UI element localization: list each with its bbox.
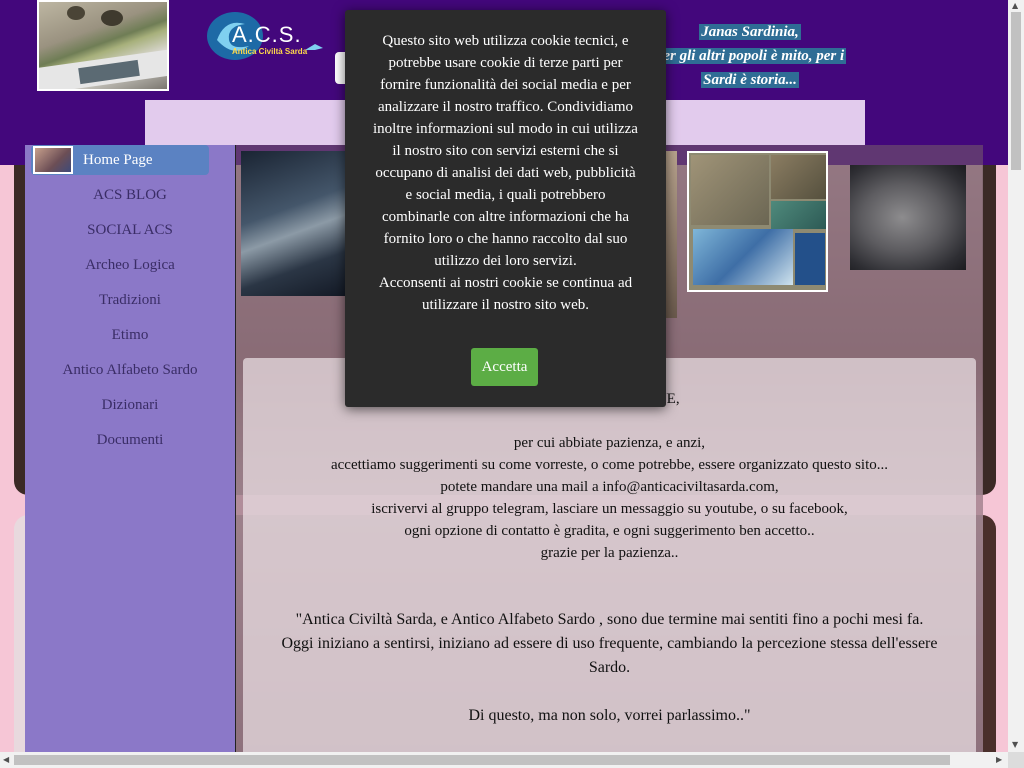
logo-text: A.C.S. bbox=[232, 22, 302, 47]
cookie-text-line: combinarle con altre informazioni che ha bbox=[382, 209, 629, 225]
header-photo bbox=[37, 0, 169, 91]
sidebar-item-etimo[interactable]: Etimo bbox=[25, 320, 235, 350]
content-line: accettiamo suggerimenti su come vorreste… bbox=[330, 457, 889, 473]
content-line: ogni opzione di contatto è gradita, e og… bbox=[404, 523, 815, 539]
sidebar-item-label: Home Page bbox=[83, 152, 153, 168]
tagline-line-3: Sardi è storia... bbox=[701, 72, 799, 88]
cookie-text-line: inoltre informazioni sul modo in cui uti… bbox=[373, 121, 638, 137]
content-line: per cui abbiate pazienza, e anzi, bbox=[513, 435, 706, 451]
accept-cookies-button[interactable]: Accetta bbox=[471, 348, 538, 386]
gallery-image-map-collage[interactable] bbox=[687, 151, 828, 292]
scroll-up-arrow-icon[interactable]: ▲ bbox=[1012, 1, 1018, 10]
sidebar-item-archeo-logica[interactable]: Archeo Logica bbox=[25, 250, 235, 280]
tagline-line-1: Janas Sardinia, bbox=[699, 24, 801, 40]
scroll-left-arrow-icon[interactable]: ◀ bbox=[3, 755, 9, 764]
scroll-down-arrow-icon[interactable]: ▼ bbox=[1012, 740, 1018, 749]
cookie-text-line: fornire funzionalità dei social media e … bbox=[380, 77, 631, 93]
sidebar-item-tradizioni[interactable]: Tradizioni bbox=[25, 285, 235, 315]
background-decoration bbox=[982, 165, 996, 495]
cookie-text-line: analizzare il nostro traffico. Condividi… bbox=[377, 99, 634, 115]
scroll-right-arrow-icon[interactable]: ▶ bbox=[996, 755, 1002, 764]
logo-subtitle: Antica Civiltà Sarda bbox=[232, 47, 308, 56]
cookie-text-line: e social media, i quali potrebbero bbox=[405, 187, 606, 203]
quote-line: Sardo. bbox=[588, 659, 631, 676]
cookie-message: Questo sito web utilizza cookie tecnici,… bbox=[363, 30, 648, 316]
cookie-text-line: utilizzare il nostro sito web. bbox=[421, 297, 590, 313]
vertical-scrollbar-thumb[interactable] bbox=[1011, 12, 1021, 170]
sidebar-item-antico-alfabeto-sardo[interactable]: Antico Alfabeto Sardo bbox=[25, 355, 235, 385]
content-line: iscrivervi al gruppo telegram, lasciare … bbox=[371, 501, 848, 517]
cookie-text-line: Questo sito web utilizza cookie tecnici,… bbox=[382, 33, 629, 49]
closing-line: Di questo, ma non solo, vorrei parlassim… bbox=[468, 707, 751, 724]
gallery-image-carved-stone[interactable] bbox=[850, 165, 966, 270]
background-decoration bbox=[982, 515, 996, 755]
cookie-consent-dialog: Questo sito web utilizza cookie tecnici,… bbox=[345, 10, 666, 407]
cookie-text-line: potrebbe usare cookie di terze parti per bbox=[388, 55, 623, 71]
content-line-email: potete mandare una mail a info@anticaciv… bbox=[440, 479, 779, 495]
cookie-text-line: fornito loro o che hanno raccolto dal su… bbox=[383, 231, 628, 247]
quote-line: Oggi iniziano a sentirsi, iniziano ad es… bbox=[281, 635, 938, 652]
sidebar-item-dizionari[interactable]: Dizionari bbox=[25, 390, 235, 420]
gallery-image-statue[interactable] bbox=[241, 151, 351, 296]
sidebar-item-acs-blog[interactable]: ACS BLOG bbox=[25, 180, 235, 210]
cookie-text-line: utilizzo dei loro servizi. bbox=[434, 253, 577, 269]
quote-line: "Antica Civiltà Sarda, e Antico Alfabeto… bbox=[295, 611, 924, 628]
cookie-text-line: il nostro sito con servizi esterni che s… bbox=[392, 143, 619, 159]
cookie-text-line: occupano di analisi dei dati web, pubbli… bbox=[375, 165, 636, 181]
tagline-line-2: per gli altri popoli è mito, per i bbox=[653, 48, 847, 64]
horizontal-scrollbar-thumb[interactable] bbox=[14, 755, 950, 765]
scrollbar-corner bbox=[1008, 752, 1024, 768]
home-thumbnail bbox=[33, 146, 73, 174]
active-nav-highlight[interactable]: Home Page bbox=[31, 145, 209, 175]
sidebar-nav: Home Page ACS BLOG SOCIAL ACS Archeo Log… bbox=[25, 145, 235, 755]
sidebar-item-home-page[interactable]: Home Page bbox=[25, 145, 235, 175]
cookie-text-line: Acconsenti ai nostri cookie se continua … bbox=[378, 275, 633, 291]
sidebar-item-documenti[interactable]: Documenti bbox=[25, 425, 235, 455]
content-line: grazie per la pazienza.. bbox=[540, 545, 679, 561]
sidebar-item-social-acs[interactable]: SOCIAL ACS bbox=[25, 215, 235, 245]
